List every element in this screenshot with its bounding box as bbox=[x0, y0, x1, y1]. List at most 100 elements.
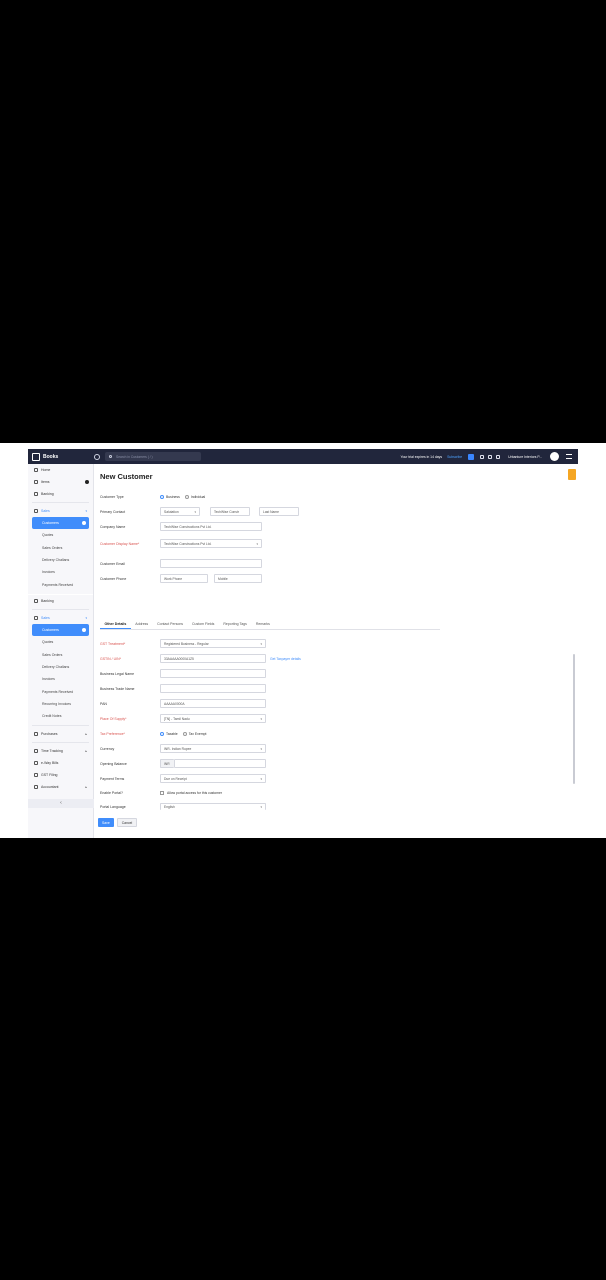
sidebar-item-quotes-2[interactable]: Quotes bbox=[28, 636, 93, 648]
chevron-down-icon: ▾ bbox=[256, 541, 258, 546]
radio-individual[interactable]: Individual bbox=[184, 494, 205, 499]
sidebar-item-quotes[interactable]: Quotes bbox=[28, 529, 93, 541]
sidebar-item-invoices-2[interactable]: Invoices bbox=[28, 673, 93, 685]
sidebar-item-credit-notes[interactable]: Credit Notes bbox=[28, 710, 93, 722]
radio-taxable[interactable]: Taxable bbox=[160, 731, 178, 736]
sidebar-item-sales-orders-2[interactable]: Sales Orders bbox=[28, 648, 93, 660]
scrollbar[interactable] bbox=[573, 654, 575, 784]
apps-menu-icon[interactable] bbox=[566, 454, 572, 459]
company-label: Company Name bbox=[100, 524, 126, 529]
trade-name-label: Business Trade Name bbox=[100, 686, 135, 691]
gst-treatment-select[interactable]: Registered Business - Regular ▾ bbox=[160, 639, 266, 648]
app-brand[interactable]: Books bbox=[28, 452, 94, 461]
tab-reporting-tags[interactable]: Reporting Tags bbox=[219, 619, 251, 629]
help-icon[interactable] bbox=[496, 454, 501, 459]
sidebar-item-eway-bills[interactable]: e-Way Bills bbox=[28, 757, 93, 769]
opening-balance-input[interactable] bbox=[174, 759, 266, 768]
email-input[interactable] bbox=[160, 559, 262, 568]
chevron-down-icon: ▾ bbox=[85, 615, 87, 620]
sidebar-item-payments-received[interactable]: Payments Received bbox=[28, 579, 93, 591]
sidebar-item-sales-orders[interactable]: Sales Orders bbox=[28, 541, 93, 553]
company-name-input[interactable]: TechWise Constructions Pvt Ltd. bbox=[160, 522, 262, 531]
top-bar: Books Search in Customers ( / ) Your tri… bbox=[28, 449, 578, 464]
radio-tax-exempt[interactable]: Tax Exempt bbox=[182, 731, 206, 736]
work-phone-input[interactable]: Work Phone bbox=[160, 574, 208, 583]
opening-balance-row: Opening Balance INR bbox=[100, 758, 540, 769]
tab-custom-fields[interactable]: Custom Fields bbox=[188, 619, 219, 629]
place-of-supply-select[interactable]: [TN] - Tamil Nadu ▾ bbox=[160, 714, 266, 723]
search-input[interactable]: Search in Customers ( / ) bbox=[105, 452, 201, 461]
mobile-input[interactable]: Mobile bbox=[214, 574, 262, 583]
sidebar-item-purchases[interactable]: Purchases ▸ bbox=[28, 728, 93, 740]
email-label: Customer Email bbox=[100, 561, 125, 566]
sidebar-item-delivery-challans[interactable]: Delivery Challans bbox=[28, 554, 93, 566]
books-logo-icon bbox=[32, 452, 40, 461]
company-row: Company Name TechWise Constructions Pvt … bbox=[100, 521, 540, 532]
salutation-select[interactable]: Salutation ▾ bbox=[160, 507, 200, 516]
recent-activity-icon[interactable] bbox=[94, 453, 100, 460]
sidebar-item-delivery-challans-2[interactable]: Delivery Challans bbox=[28, 661, 93, 673]
get-taxpayer-details-link[interactable]: Get Taxpayer details bbox=[270, 657, 301, 661]
place-of-supply-label: Place Of Supply* bbox=[100, 716, 127, 721]
tab-contact-persons[interactable]: Contact Persons bbox=[153, 619, 188, 629]
portal-checkbox-text: Allow portal access for this customer bbox=[167, 790, 223, 795]
feedback-tab[interactable] bbox=[568, 469, 576, 480]
sidebar-item-recurring-invoices[interactable]: Recurring Invoices bbox=[28, 698, 93, 710]
items-add-icon[interactable] bbox=[85, 480, 89, 484]
payment-terms-row: Payment Terms Due on Receipt ▾ bbox=[100, 773, 540, 784]
chevron-down-icon: ▾ bbox=[260, 641, 262, 646]
sidebar-group-sales-2[interactable]: Sales ▾ bbox=[28, 612, 93, 624]
primary-contact-row: Primary Contact Salutation ▾ TechWise Con… bbox=[100, 506, 540, 517]
portal-language-label: Portal Language bbox=[100, 804, 126, 809]
legal-name-input[interactable] bbox=[160, 669, 266, 678]
first-name-input[interactable]: TechWise Constr bbox=[210, 507, 250, 516]
add-icon[interactable] bbox=[82, 627, 86, 632]
display-name-label: Customer Display Name* bbox=[100, 541, 140, 546]
save-button[interactable]: Save bbox=[98, 818, 114, 827]
sidebar-item-customers[interactable]: Customers bbox=[32, 517, 89, 529]
cancel-button[interactable]: Cancel bbox=[116, 818, 138, 827]
sidebar-item-customers-2[interactable]: Customers bbox=[32, 623, 89, 636]
pan-input[interactable]: AAAAA0000A bbox=[160, 699, 266, 708]
sidebar-item-accountant[interactable]: Accountant ▸ bbox=[28, 781, 93, 793]
sidebar-group-sales[interactable]: Sales ▾ bbox=[28, 505, 93, 517]
sidebar-item-items[interactable]: Items bbox=[28, 476, 93, 488]
last-name-input[interactable]: Last Name bbox=[259, 507, 299, 516]
sidebar-item-home[interactable]: Home bbox=[28, 464, 93, 476]
radio-business[interactable]: Business bbox=[160, 494, 180, 499]
portal-language-select[interactable]: English ▾ bbox=[160, 803, 266, 810]
bank-icon bbox=[34, 492, 38, 496]
collapse-sidebar-icon[interactable]: ‹ bbox=[28, 799, 94, 808]
chevron-right-icon: ▸ bbox=[85, 731, 87, 736]
notifications-icon[interactable] bbox=[480, 454, 485, 459]
quick-create-icon[interactable] bbox=[468, 453, 475, 460]
settings-icon[interactable] bbox=[488, 454, 493, 459]
tab-address[interactable]: Address bbox=[131, 619, 153, 629]
sidebar-item-gst-filing[interactable]: GST Filing bbox=[28, 769, 93, 781]
radio-on-icon bbox=[160, 494, 164, 499]
add-icon[interactable] bbox=[82, 521, 86, 525]
tab-bar: Other Details Address Contact Persons Cu… bbox=[100, 619, 440, 630]
trade-name-input[interactable] bbox=[160, 684, 266, 693]
sidebar-item-banking[interactable]: Banking bbox=[28, 488, 93, 500]
sidebar-item-payments-received-2[interactable]: Payments Received bbox=[28, 686, 93, 698]
payment-terms-select[interactable]: Due on Receipt ▾ bbox=[160, 774, 266, 783]
sidebar-item-invoices[interactable]: Invoices bbox=[28, 566, 93, 578]
portal-checkbox[interactable] bbox=[160, 790, 164, 795]
display-name-select[interactable]: TechWise Constructions Pvt Ltd. ▾ bbox=[160, 539, 262, 548]
subscribe-link[interactable]: Subscribe bbox=[447, 455, 462, 459]
sidebar-item-banking-2[interactable]: Banking bbox=[28, 595, 93, 607]
currency-select[interactable]: INR- Indian Rupee ▾ bbox=[160, 744, 266, 753]
avatar[interactable] bbox=[550, 452, 559, 461]
tab-remarks[interactable]: Remarks bbox=[251, 619, 274, 629]
divider bbox=[32, 502, 89, 503]
sidebar-item-time-tracking[interactable]: Time Tracking ▸ bbox=[28, 745, 93, 757]
chevron-down-icon: ▾ bbox=[194, 509, 196, 514]
enable-portal-label: Enable Portal? bbox=[100, 790, 123, 795]
tab-other-details[interactable]: Other Details bbox=[100, 619, 131, 629]
gstin-input[interactable]: 33AAAAA0000A1Z5 bbox=[160, 654, 266, 663]
org-switcher[interactable]: Urbanture Interiors P... bbox=[508, 455, 542, 459]
primary-contact-label: Primary Contact bbox=[100, 509, 126, 514]
divider bbox=[32, 724, 89, 726]
tax-preference-row: Tax Preference* Taxable Tax Exempt bbox=[100, 728, 540, 739]
